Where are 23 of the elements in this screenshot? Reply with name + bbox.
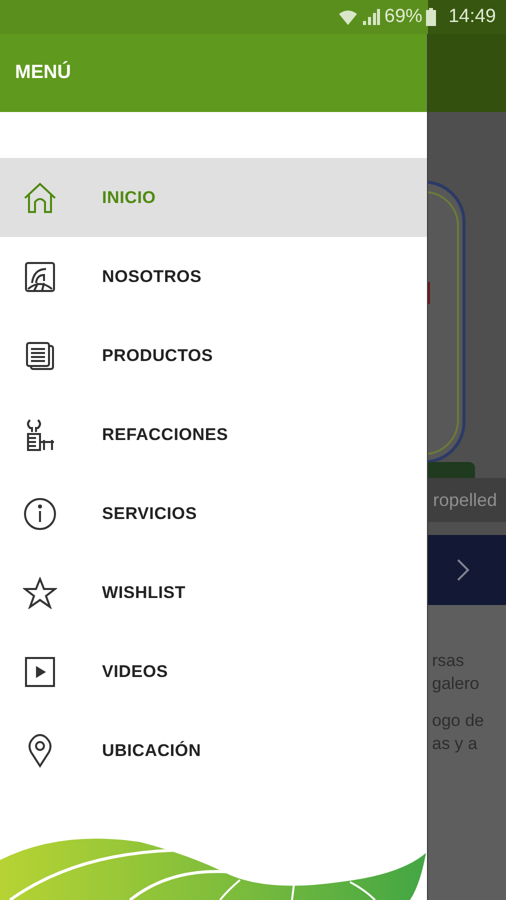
mechanic-tools-icon (24, 418, 56, 452)
chevron-right-icon[interactable] (456, 558, 470, 582)
framed-logo-icon (24, 260, 56, 292)
battery-icon (426, 8, 436, 26)
drawer-title: MENÚ (15, 62, 71, 84)
location-pin-icon (27, 734, 53, 768)
clock: 14:49 (448, 6, 496, 28)
menu-item[interactable]: UBICACIÓN (0, 711, 427, 790)
signal-icon (362, 9, 380, 25)
menu-item[interactable]: REFACCIONES (0, 395, 427, 474)
menu-item[interactable]: SERVICIOS (0, 474, 427, 553)
menu-item[interactable]: VIDEOS (0, 632, 427, 711)
info-icon (23, 496, 57, 530)
wifi-icon (338, 8, 358, 26)
play-icon (25, 656, 55, 686)
menu-item[interactable]: PRODUCTOS (0, 316, 427, 395)
banner-caption: ropelled (433, 490, 498, 510)
battery-level: 69% (384, 6, 422, 28)
document-stack-icon (25, 340, 55, 370)
home-icon (23, 182, 57, 214)
menu-item[interactable]: NOSOTROS (0, 237, 427, 316)
star-icon (23, 576, 57, 608)
menu-item[interactable]: WISHLIST (0, 553, 427, 632)
